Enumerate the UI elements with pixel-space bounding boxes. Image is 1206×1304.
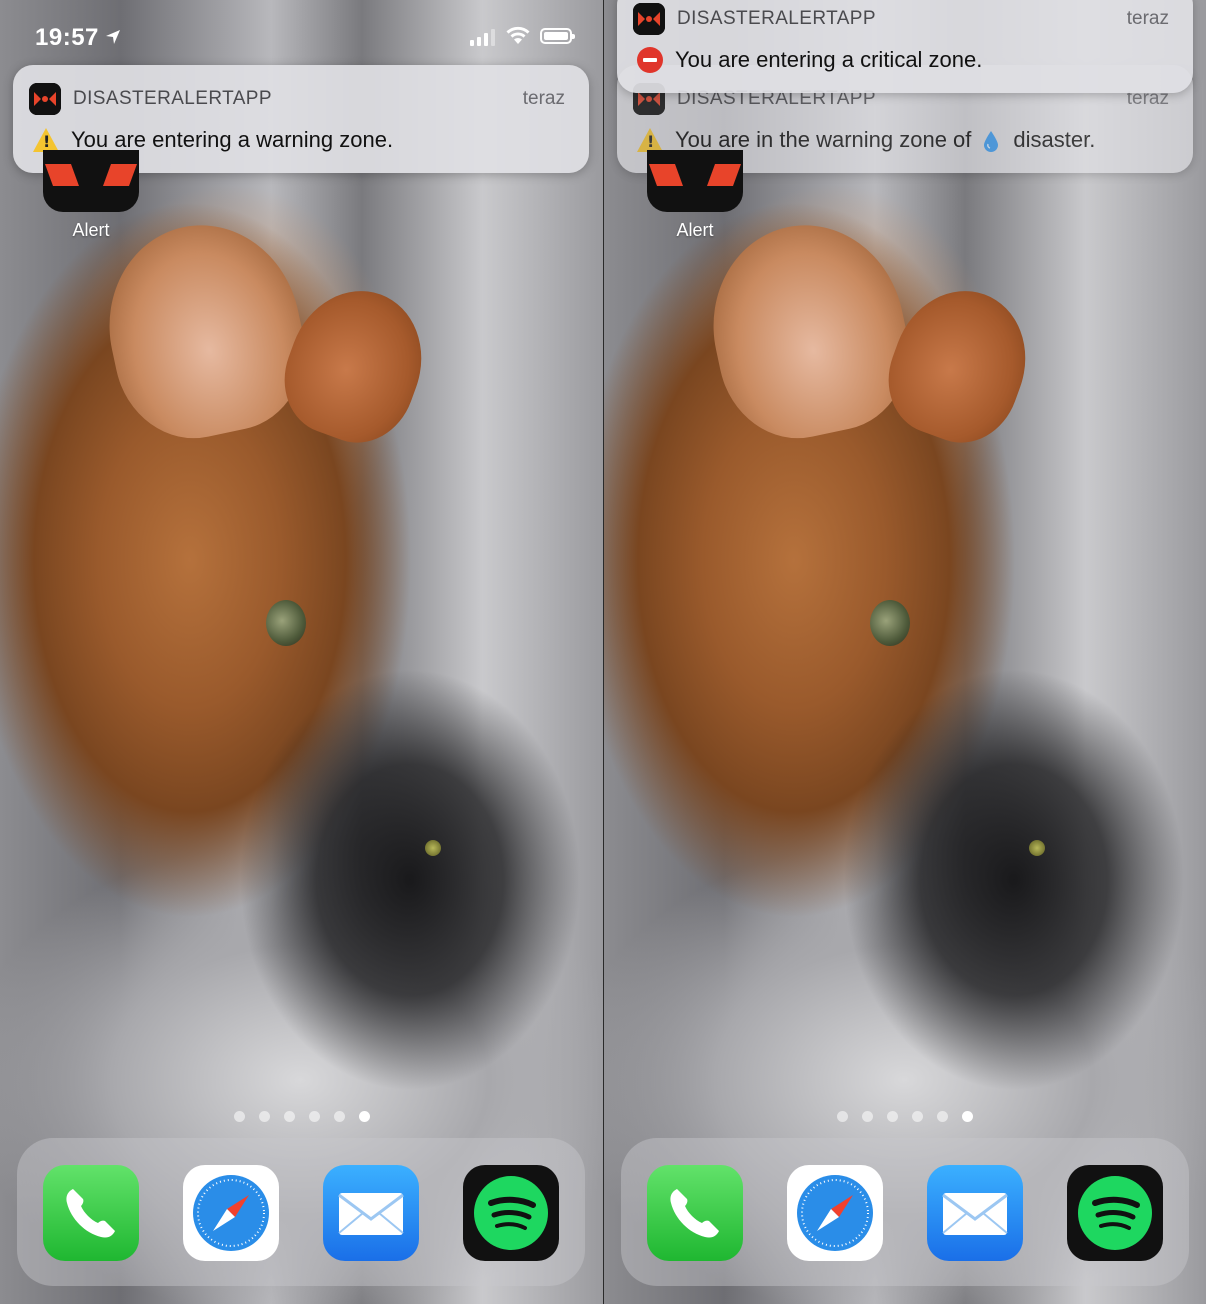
page-dot	[887, 1111, 898, 1122]
page-dot	[937, 1111, 948, 1122]
alert-app-label[interactable]: Alert	[647, 220, 743, 241]
phone-screen-right: DISASTERALERTAPP teraz You are in the wa…	[603, 0, 1206, 1304]
disaster-alert-app-icon	[29, 83, 61, 115]
page-dot	[283, 1111, 295, 1122]
no-entry-icon	[637, 47, 663, 73]
page-indicator[interactable]	[604, 1111, 1206, 1122]
wifi-icon	[506, 26, 530, 44]
dock	[17, 1138, 585, 1286]
battery-icon	[540, 28, 575, 44]
page-dot	[862, 1111, 873, 1122]
disaster-alert-app-icon	[633, 3, 665, 35]
phone-app-icon[interactable]	[43, 1165, 139, 1261]
wallpaper-cat-eye	[870, 600, 910, 646]
notification-app-name: DISASTERALERTAPP	[677, 8, 876, 29]
page-dot	[233, 1111, 245, 1122]
notification-message-part2: disaster.	[1013, 127, 1096, 152]
alert-app-icon[interactable]	[647, 150, 743, 212]
spotify-app-icon[interactable]	[463, 1165, 559, 1261]
notification-message: You are entering a critical zone.	[675, 47, 983, 72]
page-dot-active	[962, 1111, 973, 1122]
page-dot	[912, 1111, 923, 1122]
page-dot-active	[358, 1111, 370, 1122]
status-time: 19:57	[35, 24, 99, 51]
safari-app-icon[interactable]	[787, 1165, 883, 1261]
page-dot	[258, 1111, 270, 1122]
notification-time: teraz	[1126, 8, 1169, 29]
notification-banner[interactable]: DISASTERALERTAPP teraz You are entering …	[617, 0, 1193, 93]
droplet-icon	[984, 131, 999, 152]
page-dot	[333, 1111, 345, 1122]
alert-app-icon[interactable]	[43, 150, 139, 212]
notification-time: teraz	[522, 88, 565, 109]
warning-icon	[33, 128, 59, 152]
phone-app-icon[interactable]	[647, 1165, 743, 1261]
alert-app-label[interactable]: Alert	[43, 220, 139, 241]
safari-app-icon[interactable]	[183, 1165, 279, 1261]
spotify-app-icon[interactable]	[1067, 1165, 1163, 1261]
notification-app-name: DISASTERALERTAPP	[73, 88, 272, 109]
dock	[621, 1138, 1189, 1286]
warning-icon	[637, 128, 663, 152]
page-dot	[837, 1111, 848, 1122]
wallpaper-cat-eye	[266, 600, 306, 646]
phone-screen-left: 19:57 DISASTERALERTAPP teraz You are ent…	[0, 0, 603, 1304]
wallpaper-cat-eye	[425, 840, 441, 856]
page-dot	[308, 1111, 320, 1122]
page-indicator[interactable]	[0, 1111, 603, 1122]
mail-app-icon[interactable]	[927, 1165, 1023, 1261]
status-bar: 19:57	[0, 0, 603, 70]
cellular-signal-icon	[470, 28, 495, 46]
location-arrow-icon	[106, 30, 120, 44]
wallpaper-cat-eye	[1029, 840, 1045, 856]
mail-app-icon[interactable]	[323, 1165, 419, 1261]
